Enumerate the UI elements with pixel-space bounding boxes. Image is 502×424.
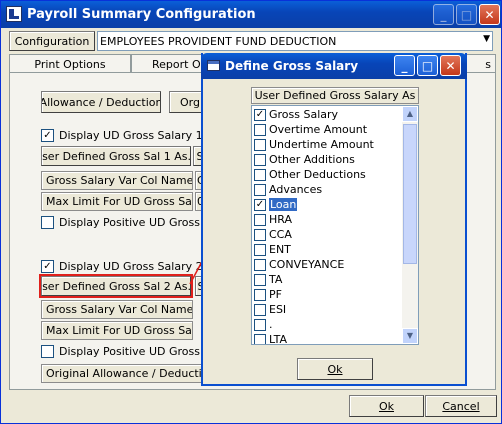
checklist-rows: ✓ Gross Salary Overtime Amount Undertime Am… xyxy=(252,107,402,345)
app-icon xyxy=(6,6,22,22)
checklist-item-checkbox[interactable] xyxy=(254,273,266,286)
checklist-item[interactable]: Undertime Amount xyxy=(252,137,402,152)
checklist-item[interactable]: Overtime Amount xyxy=(252,122,402,137)
main-window-title: Payroll Summary Configuration xyxy=(27,7,256,22)
user-defined-gross-sal-1-button[interactable]: User Defined Gross Sal 1 As... xyxy=(41,146,191,166)
checklist-item[interactable]: ESI xyxy=(252,302,402,317)
checklist-item-checkbox[interactable] xyxy=(254,243,266,256)
checklist-item[interactable]: CONVEYANCE xyxy=(252,257,402,272)
checklist-item-label: ESI xyxy=(269,303,287,316)
original-allowance-deduction-field: Original Allowance / Deduction F xyxy=(41,364,207,383)
dialog-title-bar[interactable]: Define Gross Salary _ □ ✕ xyxy=(201,53,467,79)
checklist-item-label: Advances xyxy=(269,183,323,196)
checklist-item-label: Loan xyxy=(269,198,298,211)
define-gross-salary-dialog: Define Gross Salary _ □ ✕ User Defined G… xyxy=(201,53,467,386)
checklist-item-label: Other Additions xyxy=(269,153,355,166)
scroll-thumb[interactable] xyxy=(403,124,417,264)
checklist-item-checkbox[interactable] xyxy=(254,123,266,136)
display-ud-gross-1-checkbox[interactable]: ✓ xyxy=(41,129,54,142)
display-positive-1-checkbox[interactable] xyxy=(41,216,54,229)
checklist-item-label: PF xyxy=(269,288,282,301)
minimize-icon[interactable]: _ xyxy=(394,55,415,76)
checklist-item-checkbox[interactable]: ✓ xyxy=(254,108,266,121)
checklist-item-checkbox[interactable] xyxy=(254,228,266,241)
checklist-item[interactable]: . xyxy=(252,317,402,332)
checklist-item-label: CCA xyxy=(269,228,292,241)
gross-salary-checklist[interactable]: ✓ Gross Salary Overtime Amount Undertime Am… xyxy=(251,105,419,345)
checklist-item[interactable]: Advances xyxy=(252,182,402,197)
close-icon[interactable]: ✕ xyxy=(440,55,461,76)
checklist-item-checkbox[interactable] xyxy=(254,303,266,316)
user-defined-gross-sal-2-button[interactable]: User Defined Gross Sal 2 As... xyxy=(39,274,193,298)
maximize-icon[interactable]: □ xyxy=(456,4,477,25)
checklist-item-checkbox[interactable] xyxy=(254,213,266,226)
checklist-item-checkbox[interactable] xyxy=(254,183,266,196)
checklist-item[interactable]: TA xyxy=(252,272,402,287)
checklist-item-label: Overtime Amount xyxy=(269,123,368,136)
dialog-icon xyxy=(207,60,220,71)
checklist-item-checkbox[interactable] xyxy=(254,153,266,166)
checklist-item[interactable]: LTA xyxy=(252,332,402,345)
dialog-header: User Defined Gross Salary As xyxy=(251,87,419,104)
configuration-select-value: EMPLOYEES PROVIDENT FUND DEDUCTION xyxy=(100,35,337,48)
scroll-up-icon[interactable]: ▲ xyxy=(402,106,418,122)
display-ud-gross-2-label: Display UD Gross Salary 2 xyxy=(59,260,203,273)
gross-salary-var-col-2-label: Gross Salary Var Col Name As xyxy=(41,300,193,319)
checklist-item-label: Gross Salary xyxy=(269,108,339,121)
minimize-icon[interactable]: _ xyxy=(433,4,454,25)
dialog-title: Define Gross Salary xyxy=(225,59,359,73)
checklist-item-checkbox[interactable] xyxy=(254,168,266,181)
checklist-item-checkbox[interactable] xyxy=(254,318,266,331)
checklist-item[interactable]: ✓ Gross Salary xyxy=(252,107,402,122)
checklist-item[interactable]: Other Deductions xyxy=(252,167,402,182)
main-title-bar[interactable]: Payroll Summary Configuration _ □ ✕ xyxy=(1,1,501,28)
checklist-item-checkbox[interactable] xyxy=(254,258,266,271)
checklist-item-label: TA xyxy=(269,273,283,286)
checklist-item[interactable]: ENT xyxy=(252,242,402,257)
configuration-button[interactable]: Configuration xyxy=(9,31,95,51)
checklist-item-checkbox[interactable] xyxy=(254,138,266,151)
tab-print-options[interactable]: Print Options xyxy=(9,54,131,73)
main-ok-button[interactable]: Ok xyxy=(349,395,424,417)
tab-report-options[interactable]: Report Op xyxy=(131,54,209,73)
checklist-item-checkbox[interactable] xyxy=(254,333,266,344)
display-ud-gross-2-checkbox[interactable]: ✓ xyxy=(41,260,54,273)
close-icon[interactable]: ✕ xyxy=(479,4,500,25)
checklist-item-label: Undertime Amount xyxy=(269,138,374,151)
allowance-deduction-button[interactable]: Allowance / Deduction xyxy=(41,91,161,113)
checklist-item[interactable]: Other Additions xyxy=(252,152,402,167)
checklist-item-label: LTA xyxy=(269,333,288,345)
scroll-down-icon[interactable]: ▼ xyxy=(402,328,418,344)
chevron-down-icon[interactable]: ▼ xyxy=(483,34,490,44)
checklist-item[interactable]: PF xyxy=(252,287,402,302)
dialog-ok-button[interactable]: Ok xyxy=(297,358,373,380)
checklist-item[interactable]: ✓ Loan xyxy=(252,197,402,212)
checklist-item-label: CONVEYANCE xyxy=(269,258,345,271)
checklist-item-label: HRA xyxy=(269,213,292,226)
checklist-item-checkbox[interactable] xyxy=(254,288,266,301)
checklist-item-label: Other Deductions xyxy=(269,168,366,181)
checklist-item-label: ENT xyxy=(269,243,291,256)
display-ud-gross-1-label: Display UD Gross Salary 1 xyxy=(59,129,203,142)
configuration-select[interactable]: EMPLOYEES PROVIDENT FUND DEDUCTION ▼ xyxy=(97,31,493,51)
checklist-item[interactable]: HRA xyxy=(252,212,402,227)
main-cancel-button[interactable]: Cancel xyxy=(425,395,497,417)
checklist-item-checkbox[interactable]: ✓ xyxy=(254,198,266,211)
checklist-item-label: . xyxy=(269,318,273,331)
max-limit-2-label: Max Limit For UD Gross Salary xyxy=(41,321,193,340)
checklist-scrollbar[interactable]: ▲ ▼ xyxy=(402,106,418,344)
gross-salary-var-col-1-label: Gross Salary Var Col Name As xyxy=(41,171,193,190)
max-limit-1-label: Max Limit For UD Gross Salary xyxy=(41,192,193,211)
checklist-item[interactable]: CCA xyxy=(252,227,402,242)
maximize-icon[interactable]: □ xyxy=(417,55,438,76)
display-positive-2-checkbox[interactable] xyxy=(41,345,54,358)
